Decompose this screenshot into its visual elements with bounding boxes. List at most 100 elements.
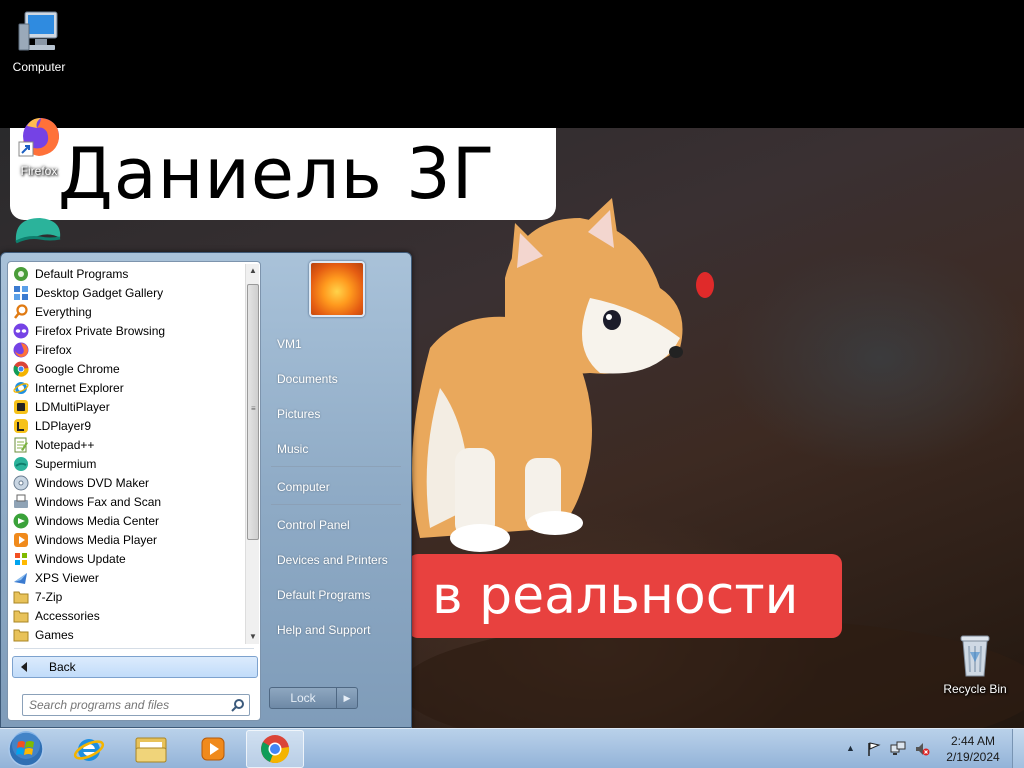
program-item[interactable]: Windows Update bbox=[10, 549, 246, 568]
clock[interactable]: 2:44 AM 2/19/2024 bbox=[936, 733, 1010, 765]
program-item[interactable]: Windows Fax and Scan bbox=[10, 492, 246, 511]
back-button-label: Back bbox=[49, 660, 76, 674]
control-panel-link[interactable]: Control Panel bbox=[267, 510, 403, 540]
devices-printers-link[interactable]: Devices and Printers bbox=[267, 545, 403, 575]
computer-link[interactable]: Computer bbox=[267, 472, 403, 502]
user-folder-link[interactable]: VM1 bbox=[267, 329, 403, 359]
desktop-icon-computer[interactable]: Computer bbox=[2, 8, 76, 74]
program-item[interactable]: Accessories bbox=[10, 606, 246, 625]
program-item-label: 7-Zip bbox=[35, 589, 63, 604]
taskbar-internet-explorer[interactable] bbox=[60, 730, 118, 768]
program-item[interactable]: 7-Zip bbox=[10, 587, 246, 606]
program-item[interactable]: Windows DVD Maker bbox=[10, 473, 246, 492]
taskbar-windows-explorer[interactable] bbox=[122, 730, 180, 768]
music-link[interactable]: Music bbox=[267, 434, 403, 464]
desktop-icon-label: Firefox bbox=[20, 164, 58, 178]
program-item-label: Google Chrome bbox=[35, 361, 120, 376]
program-item-label: LDPlayer9 bbox=[35, 418, 92, 433]
scroll-down-arrow-icon[interactable]: ▼ bbox=[246, 630, 260, 644]
program-item-label: Windows Media Center bbox=[35, 513, 160, 528]
media-center-icon bbox=[13, 513, 29, 529]
firefox-private-icon bbox=[13, 323, 29, 339]
internet-explorer-icon bbox=[73, 739, 105, 761]
desktop-icon-label: Recycle Bin bbox=[943, 682, 1007, 696]
chrome-icon bbox=[13, 361, 29, 377]
ldplayer-icon bbox=[13, 418, 29, 434]
documents-link[interactable]: Documents bbox=[267, 364, 403, 394]
firefox-icon bbox=[15, 112, 63, 160]
firefox-icon bbox=[13, 342, 29, 358]
program-item[interactable]: Desktop Gadget Gallery bbox=[10, 283, 246, 302]
program-item-label: Games bbox=[35, 627, 74, 642]
program-item[interactable]: Supermium bbox=[10, 454, 246, 473]
program-item[interactable]: Google Chrome bbox=[10, 359, 246, 378]
back-arrow-icon bbox=[21, 662, 27, 672]
program-item[interactable]: Firefox bbox=[10, 340, 246, 359]
supermium-icon[interactable] bbox=[10, 212, 66, 252]
back-button[interactable]: Back bbox=[12, 656, 258, 678]
program-item-label: Everything bbox=[35, 304, 92, 319]
wallpaper-title: Даниель 3Г bbox=[58, 133, 496, 215]
media-player-icon bbox=[13, 532, 29, 548]
program-item-label: XPS Viewer bbox=[35, 570, 99, 585]
default-programs-link[interactable]: Default Programs bbox=[267, 580, 403, 610]
program-item[interactable]: Everything bbox=[10, 302, 246, 321]
lock-button[interactable]: Lock bbox=[269, 687, 337, 709]
notepadpp-icon bbox=[13, 437, 29, 453]
program-item-label: Accessories bbox=[35, 608, 100, 623]
programs-scrollbar[interactable]: ▲ ≡ ▼ bbox=[245, 264, 259, 644]
program-item-label: Windows Media Player bbox=[35, 532, 158, 547]
taskbar: ▲ 2:44 AM 2/19/2024 bbox=[0, 728, 1024, 768]
program-item-label: Firefox Private Browsing bbox=[35, 323, 166, 338]
program-item[interactable]: Firefox Private Browsing bbox=[10, 321, 246, 340]
start-button[interactable] bbox=[6, 730, 46, 768]
program-item-label: Windows DVD Maker bbox=[35, 475, 150, 490]
program-item[interactable]: Internet Explorer bbox=[10, 378, 246, 397]
recycle-bin-icon bbox=[955, 632, 995, 678]
taskbar-google-chrome[interactable] bbox=[246, 730, 304, 768]
show-desktop-button[interactable] bbox=[1012, 729, 1024, 768]
program-item-label: LDMultiPlayer bbox=[35, 399, 110, 414]
network-icon[interactable] bbox=[890, 741, 906, 757]
desktop-icon-firefox[interactable]: Firefox bbox=[2, 112, 76, 178]
taskbar-media-player[interactable] bbox=[184, 730, 242, 768]
help-support-link[interactable]: Help and Support bbox=[267, 615, 403, 645]
program-item[interactable]: LDMultiPlayer bbox=[10, 397, 246, 416]
program-item-label: Supermium bbox=[35, 456, 97, 471]
program-item[interactable]: Default Programs bbox=[10, 264, 246, 283]
computer-icon bbox=[15, 8, 63, 56]
program-item-label: Notepad++ bbox=[35, 437, 95, 452]
show-hidden-icons-icon[interactable]: ▲ bbox=[846, 743, 855, 753]
program-item[interactable]: Notepad++ bbox=[10, 435, 246, 454]
program-item-label: Internet Explorer bbox=[35, 380, 124, 395]
user-account-picture[interactable] bbox=[309, 261, 365, 317]
search-icon[interactable] bbox=[231, 698, 245, 715]
programs-separator bbox=[14, 648, 254, 649]
system-tray: ▲ 2:44 AM 2/19/2024 bbox=[840, 729, 1024, 768]
default-programs-icon bbox=[13, 266, 29, 282]
ldmultiplayer-icon bbox=[13, 399, 29, 415]
everything-icon bbox=[13, 303, 29, 320]
search-input[interactable] bbox=[23, 695, 219, 715]
program-item[interactable]: Games bbox=[10, 625, 246, 644]
program-item-label: Default Programs bbox=[35, 266, 129, 281]
volume-muted-icon[interactable] bbox=[914, 741, 930, 757]
folder-icon bbox=[13, 627, 29, 643]
all-programs-list: Default Programs Desktop Gadget Gallery Ev… bbox=[10, 264, 246, 644]
action-center-flag-icon[interactable] bbox=[866, 741, 882, 757]
scroll-up-arrow-icon[interactable]: ▲ bbox=[246, 264, 260, 278]
program-item[interactable]: XPS Viewer bbox=[10, 568, 246, 587]
program-item[interactable]: Windows Media Player bbox=[10, 530, 246, 549]
start-menu-separator bbox=[271, 504, 401, 505]
desktop-icon-recycle-bin[interactable]: Recycle Bin bbox=[938, 632, 1012, 696]
pictures-link[interactable]: Pictures bbox=[267, 399, 403, 429]
media-player-icon bbox=[201, 737, 225, 761]
dvd-maker-icon bbox=[13, 475, 29, 491]
program-item[interactable]: Windows Media Center bbox=[10, 511, 246, 530]
program-item[interactable]: LDPlayer9 bbox=[10, 416, 246, 435]
shutdown-options-arrow-icon[interactable]: ▶ bbox=[336, 687, 358, 709]
scrollbar-thumb[interactable]: ≡ bbox=[247, 284, 259, 540]
chrome-icon bbox=[261, 735, 290, 763]
desktop-icon-label: Computer bbox=[12, 60, 66, 74]
search-box[interactable] bbox=[22, 694, 250, 716]
